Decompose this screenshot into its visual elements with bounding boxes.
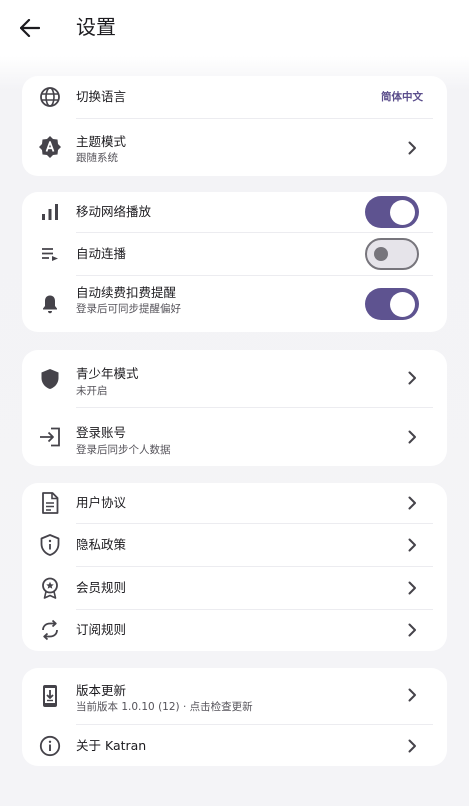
login-title: 登录账号: [76, 425, 127, 440]
chevron-right-icon: [408, 538, 416, 552]
login-row[interactable]: 登录账号 登录后同步个人数据: [22, 408, 447, 466]
chevron-right-icon: [408, 688, 416, 702]
phone-download-icon: [37, 683, 63, 709]
autoplay-toggle[interactable]: [365, 238, 419, 270]
subscription-rules-row[interactable]: 订阅规则: [22, 610, 447, 651]
document-icon: [37, 490, 63, 516]
globe-icon: [37, 84, 63, 110]
queue-play-icon: [37, 241, 63, 267]
chevron-right-icon: [408, 581, 416, 595]
mobile-network-toggle[interactable]: [365, 196, 419, 228]
about-app-title: 关于 Katran: [76, 738, 147, 753]
page-title: 设置: [76, 15, 116, 39]
arrow-back-icon[interactable]: [14, 12, 46, 44]
renewal-reminder-row: 自动续费扣费提醒 登录后可同步提醒偏好: [22, 276, 447, 332]
version-update-subtitle: 当前版本 1.0.10 (12) · 点击检查更新: [76, 701, 253, 713]
info-icon: [37, 733, 63, 759]
chevron-right-icon: [408, 141, 416, 155]
theme-row[interactable]: 主题模式 跟随系统: [22, 119, 447, 176]
playback-card: 移动网络播放 自动连播 自动续费扣费提醒 登录后可同步提醒偏好: [22, 192, 447, 332]
award-badge-icon: [37, 575, 63, 601]
login-icon: [37, 424, 63, 450]
theme-subtitle: 跟随系统: [76, 152, 118, 164]
version-update-row[interactable]: 版本更新 当前版本 1.0.10 (12) · 点击检查更新: [22, 668, 447, 724]
language-title: 切换语言: [76, 89, 127, 104]
user-agreement-title: 用户协议: [76, 495, 127, 510]
language-row[interactable]: 切换语言 简体中文: [22, 76, 447, 118]
general-card: 切换语言 简体中文 主题模式 跟随系统: [22, 76, 447, 176]
theme-badge-icon: [37, 134, 63, 160]
privacy-shield-icon: [37, 532, 63, 558]
privacy-policy-title: 隐私政策: [76, 537, 127, 552]
chevron-right-icon: [408, 739, 416, 753]
renewal-reminder-subtitle: 登录后可同步提醒偏好: [76, 303, 181, 315]
policies-card: 用户协议 隐私政策 会员规则 订阅规则: [22, 483, 447, 651]
chevron-right-icon: [408, 371, 416, 385]
teen-mode-row[interactable]: 青少年模式 未开启: [22, 350, 447, 407]
account-card: 青少年模式 未开启 登录账号 登录后同步个人数据: [22, 350, 447, 466]
user-agreement-row[interactable]: 用户协议: [22, 483, 447, 523]
renewal-reminder-title: 自动续费扣费提醒: [76, 285, 177, 300]
teen-mode-title: 青少年模式: [76, 366, 139, 381]
chevron-right-icon: [408, 430, 416, 444]
sync-icon: [37, 617, 63, 643]
mobile-network-title: 移动网络播放: [76, 204, 152, 219]
bell-icon: [37, 291, 63, 317]
about-card: 版本更新 当前版本 1.0.10 (12) · 点击检查更新 关于 Katran: [22, 668, 447, 766]
toggle-knob: [390, 199, 415, 225]
about-app-row[interactable]: 关于 Katran: [22, 725, 447, 766]
membership-rules-row[interactable]: 会员规则: [22, 567, 447, 609]
membership-rules-title: 会员规则: [76, 580, 127, 595]
language-value: 简体中文: [381, 91, 423, 103]
theme-title: 主题模式: [76, 134, 127, 149]
login-subtitle: 登录后同步个人数据: [76, 444, 171, 456]
mobile-network-row: 移动网络播放: [22, 192, 447, 232]
teen-mode-subtitle: 未开启: [76, 385, 108, 397]
renewal-reminder-toggle[interactable]: [365, 288, 419, 320]
toggle-knob: [374, 247, 388, 261]
chevron-right-icon: [408, 623, 416, 637]
version-update-title: 版本更新: [76, 683, 127, 698]
autoplay-row: 自动连播: [22, 233, 447, 275]
chevron-right-icon: [408, 496, 416, 510]
signal-bars-icon: [37, 199, 63, 225]
subscription-rules-title: 订阅规则: [76, 622, 127, 637]
shield-icon: [37, 366, 63, 392]
privacy-policy-row[interactable]: 隐私政策: [22, 524, 447, 566]
toggle-knob: [390, 291, 415, 317]
autoplay-title: 自动连播: [76, 246, 127, 261]
app-bar: 设置: [0, 0, 469, 56]
